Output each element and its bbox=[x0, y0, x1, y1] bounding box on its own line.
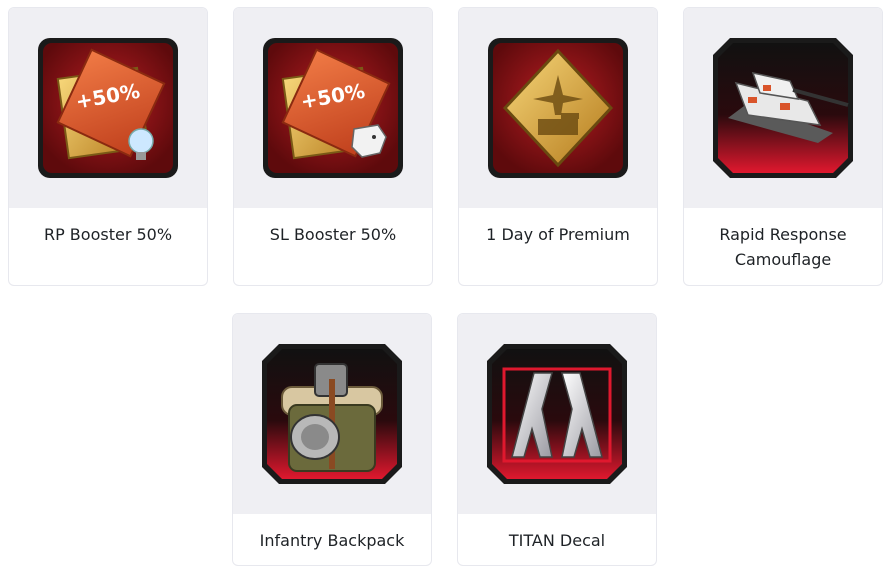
rp-booster-icon: +50% bbox=[38, 38, 178, 178]
sl-booster-icon: +50% bbox=[263, 38, 403, 178]
camouflage-tank-icon bbox=[713, 38, 853, 178]
reward-name: Infantry Backpack bbox=[259, 531, 405, 550]
reward-card-premium[interactable]: 1 Day of Premium bbox=[458, 7, 658, 286]
reward-name: TITAN Decal bbox=[508, 531, 606, 550]
reward-thumbnail bbox=[684, 8, 882, 208]
titan-decal-icon bbox=[487, 344, 627, 484]
reward-card-backpack[interactable]: Infantry Backpack bbox=[232, 313, 432, 566]
reward-name: 1 Day of Premium bbox=[486, 225, 630, 244]
reward-name: Rapid Response Camouflage bbox=[719, 225, 847, 269]
backpack-icon bbox=[262, 344, 402, 484]
premium-icon bbox=[488, 38, 628, 178]
reward-card-rp-booster[interactable]: +50% RP Booster 50% bbox=[8, 7, 208, 286]
reward-thumbnail: +50% bbox=[234, 8, 432, 208]
reward-thumbnail bbox=[233, 314, 431, 514]
reward-thumbnail bbox=[458, 314, 656, 514]
reward-name: SL Booster 50% bbox=[269, 225, 397, 244]
reward-thumbnail: +50% bbox=[9, 8, 207, 208]
reward-name: RP Booster 50% bbox=[43, 225, 173, 244]
reward-card-sl-booster[interactable]: +50% SL Booster 50% bbox=[233, 7, 433, 286]
reward-thumbnail bbox=[459, 8, 657, 208]
reward-card-titan-decal[interactable]: TITAN Decal bbox=[457, 313, 657, 566]
reward-card-camouflage[interactable]: Rapid Response Camouflage bbox=[683, 7, 883, 286]
